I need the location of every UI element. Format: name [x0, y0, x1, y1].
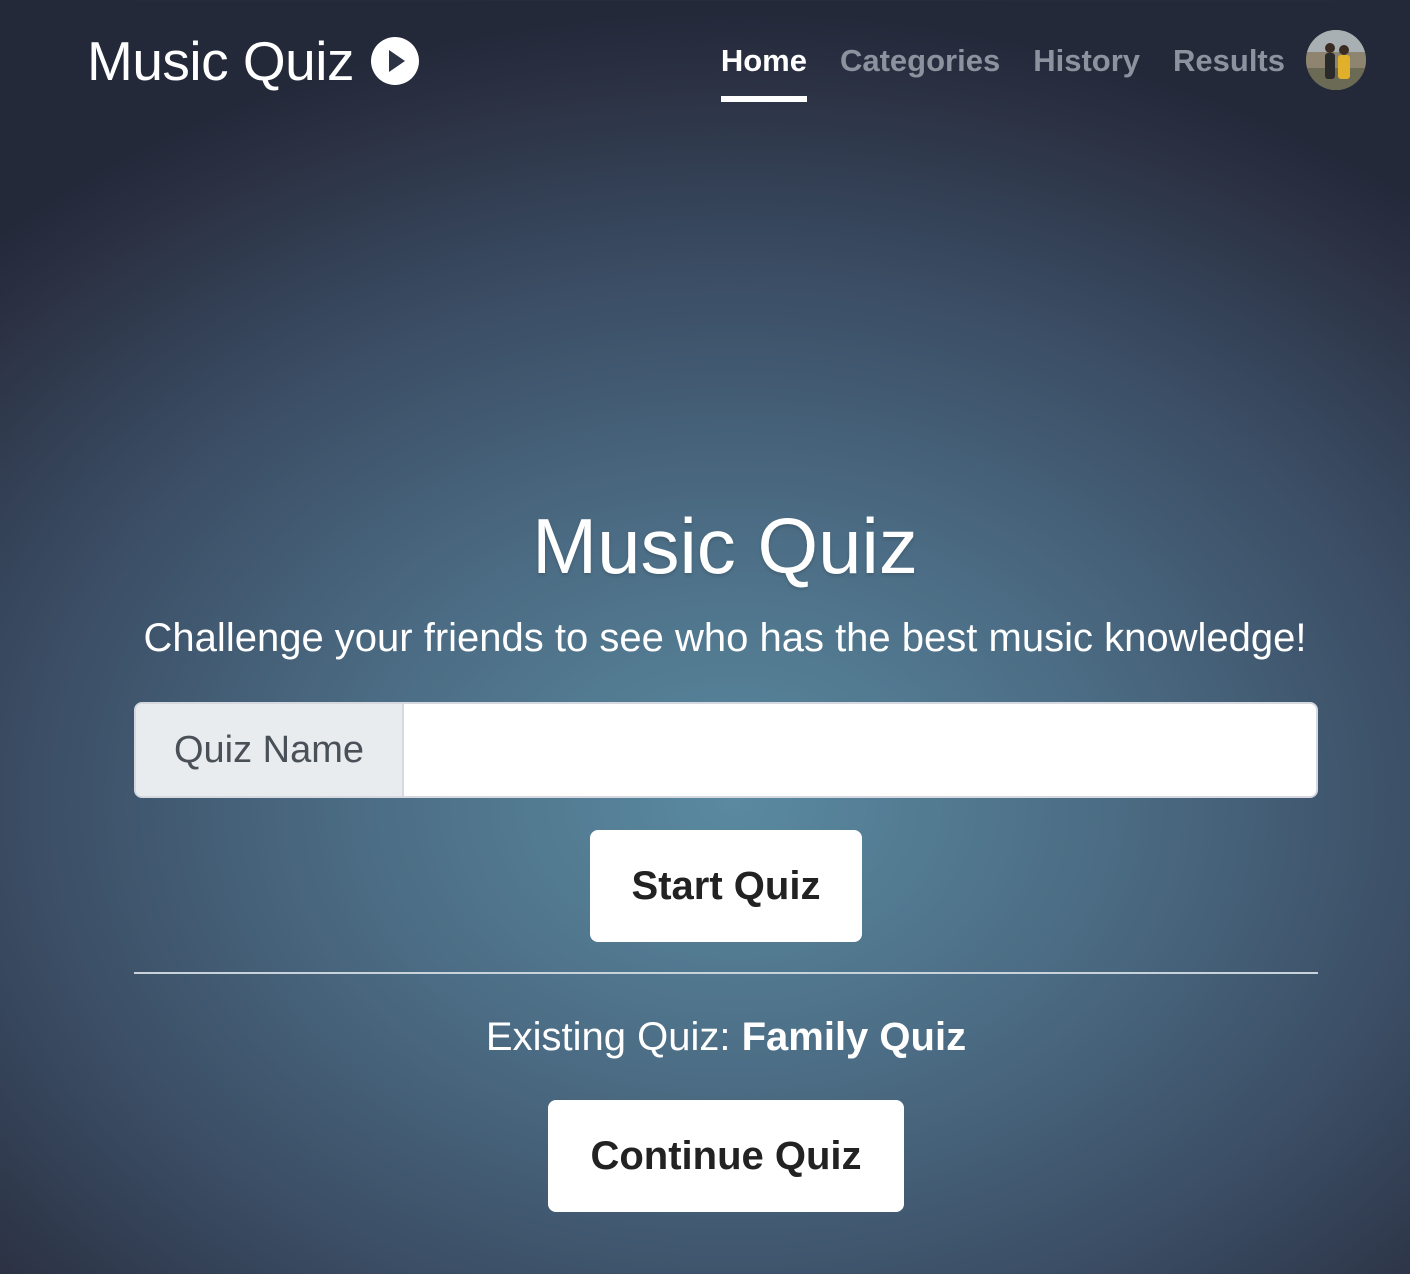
start-quiz-button[interactable]: Start Quiz [590, 830, 862, 942]
play-circle-icon [370, 36, 420, 86]
existing-quiz-text: Existing Quiz: Family Quiz [0, 1012, 1410, 1062]
quiz-name-input[interactable] [404, 704, 1316, 796]
hero: Music Quiz [0, 500, 1410, 592]
nav-link-history[interactable]: History [1033, 40, 1140, 102]
user-avatar[interactable] [1306, 30, 1366, 90]
nav-link-categories[interactable]: Categories [840, 40, 1000, 102]
page-subtitle: Challenge your friends to see who has th… [143, 616, 1307, 660]
nav-links: Home Categories History Results [688, 40, 1285, 102]
existing-quiz-name: Family Quiz [741, 1015, 967, 1059]
page-title: Music Quiz [532, 502, 918, 590]
existing-quiz-prefix: Existing Quiz: [485, 1015, 742, 1059]
quiz-name-input-group: Quiz Name [134, 702, 1318, 798]
brand-title: Music Quiz [87, 30, 355, 92]
nav-link-home[interactable]: Home [720, 40, 807, 102]
continue-quiz-button[interactable]: Continue Quiz [548, 1100, 904, 1212]
navbar: Music Quiz Home Categories History Resul… [0, 0, 1410, 124]
brand-link[interactable]: Music Quiz [87, 28, 420, 94]
nav-link-results[interactable]: Results [1173, 40, 1285, 102]
divider [134, 972, 1318, 974]
quiz-name-label: Quiz Name [136, 704, 404, 796]
